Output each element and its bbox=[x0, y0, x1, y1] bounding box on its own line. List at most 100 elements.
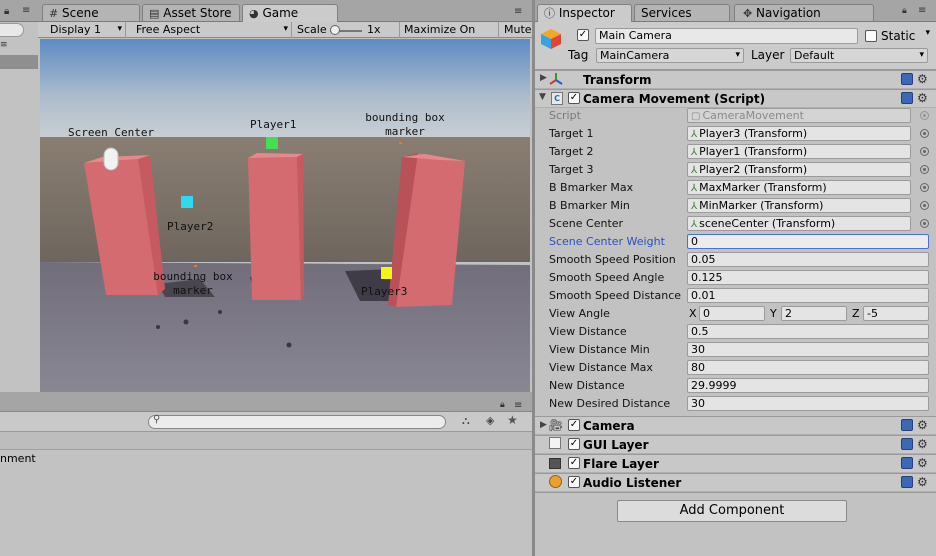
gear-icon[interactable]: ⚙ bbox=[917, 438, 928, 450]
foldout-arrow-icon[interactable]: ▼ bbox=[539, 92, 546, 102]
property-value: 0 bbox=[691, 235, 698, 248]
number-field[interactable]: 80 bbox=[687, 360, 929, 375]
gui-layer-icon bbox=[549, 437, 561, 449]
display-dropdown[interactable]: Display 1 bbox=[46, 22, 126, 38]
tab-game[interactable]: ◕ Game bbox=[242, 4, 338, 22]
gui-layer-enabled-checkbox[interactable]: ✓ bbox=[568, 438, 580, 450]
menu-icon[interactable]: ≡ bbox=[22, 5, 30, 16]
number-field[interactable]: 0.01 bbox=[687, 288, 929, 303]
help-book-icon[interactable] bbox=[901, 457, 913, 469]
lock-icon[interactable]: 🔒︎ bbox=[902, 6, 907, 16]
number-field[interactable]: 29.9999 bbox=[687, 378, 929, 393]
object-reference-field[interactable]: ⅄ Player3 (Transform) bbox=[687, 126, 911, 141]
bbox-marker-min bbox=[194, 265, 197, 267]
object-reference-field[interactable]: ⅄ Player1 (Transform) bbox=[687, 144, 911, 159]
filter-type-icon[interactable]: ⛬ bbox=[462, 414, 470, 428]
object-picker-icon[interactable] bbox=[920, 201, 929, 210]
maximize-on-play-toggle[interactable]: Maximize On Play bbox=[399, 22, 499, 51]
label-bbox-max-line2: marker bbox=[385, 125, 425, 138]
object-picker-icon[interactable] bbox=[920, 129, 929, 138]
object-reference-field[interactable]: ⅄ sceneCenter (Transform) bbox=[687, 216, 911, 231]
tag-dropdown[interactable]: MainCamera bbox=[596, 48, 744, 63]
lock-icon[interactable]: 🔒︎ bbox=[500, 400, 505, 410]
player3-cube bbox=[381, 267, 392, 279]
flare-layer-enabled-checkbox[interactable]: ✓ bbox=[568, 457, 580, 469]
tab-services[interactable]: Services bbox=[634, 4, 730, 21]
label-bbox-min-line1: bounding box bbox=[153, 270, 233, 283]
aspect-dropdown-label: Free Aspect bbox=[136, 23, 201, 36]
number-field[interactable]: 0.125 bbox=[687, 270, 929, 285]
object-picker-icon[interactable] bbox=[920, 165, 929, 174]
object-picker-icon[interactable] bbox=[920, 147, 929, 156]
help-book-icon[interactable] bbox=[901, 438, 913, 450]
panel-menu-icon[interactable]: ≡ bbox=[514, 6, 522, 17]
view-angle-y-field[interactable]: 2 bbox=[781, 306, 847, 321]
panel-menu-icon[interactable]: ≡ bbox=[918, 5, 926, 16]
number-field[interactable]: 0.05 bbox=[687, 252, 929, 267]
mute-audio-toggle[interactable]: Mute bbox=[500, 22, 532, 38]
tab-scene[interactable]: # Scene bbox=[42, 4, 140, 21]
property-value: Player3 (Transform) bbox=[699, 127, 808, 140]
foldout-arrow-icon[interactable]: ▶ bbox=[540, 73, 547, 83]
static-checkbox[interactable] bbox=[865, 30, 877, 42]
number-field[interactable]: 0.5 bbox=[687, 324, 929, 339]
console-text: nment bbox=[0, 452, 36, 465]
gear-icon[interactable]: ⚙ bbox=[917, 457, 928, 469]
aspect-dropdown[interactable]: Free Aspect bbox=[132, 22, 292, 38]
gear-icon[interactable]: ⚙ bbox=[917, 476, 928, 488]
navigation-icon: ✥ bbox=[743, 7, 753, 20]
panel-menu-icon[interactable]: ≡ bbox=[514, 400, 522, 411]
search-icon: ⚲ bbox=[153, 414, 161, 425]
object-picker-icon bbox=[920, 111, 929, 120]
label-tag-icon[interactable]: ◈ bbox=[486, 414, 494, 427]
gameobject-active-checkbox[interactable]: ✓ bbox=[577, 29, 589, 41]
help-book-icon[interactable] bbox=[901, 476, 913, 488]
player2-cube bbox=[181, 196, 193, 208]
object-reference-field[interactable]: ⅄ MaxMarker (Transform) bbox=[687, 180, 911, 195]
lock-icon[interactable]: ≡ bbox=[0, 40, 8, 50]
object-picker-icon[interactable] bbox=[920, 183, 929, 192]
game-view[interactable] bbox=[40, 39, 530, 392]
object-reference-field[interactable]: ⅄ MinMarker (Transform) bbox=[687, 198, 911, 213]
mute-audio-label: Mute bbox=[504, 23, 532, 36]
help-book-icon[interactable] bbox=[901, 92, 913, 104]
gear-icon[interactable]: ⚙ bbox=[917, 419, 928, 431]
tab-navigation[interactable]: ✥ Navigation bbox=[734, 4, 874, 21]
object-picker-icon[interactable] bbox=[920, 219, 929, 228]
camera-enabled-checkbox[interactable]: ✓ bbox=[568, 419, 580, 431]
property-value: Player1 (Transform) bbox=[699, 145, 808, 158]
number-field[interactable]: 30 bbox=[687, 342, 929, 357]
number-field[interactable]: 0 bbox=[687, 234, 929, 249]
help-book-icon[interactable] bbox=[901, 419, 913, 431]
scale-slider-handle[interactable] bbox=[330, 25, 340, 35]
static-dropdown[interactable] bbox=[919, 28, 933, 44]
audio-listener-enabled-checkbox[interactable]: ✓ bbox=[568, 476, 580, 488]
gameobject-cube-icon bbox=[541, 29, 561, 49]
property-label: Target 1 bbox=[549, 127, 594, 140]
property-value: 0.01 bbox=[691, 289, 716, 302]
favorite-star-icon[interactable]: ★ bbox=[507, 413, 518, 427]
player1-cube bbox=[266, 137, 278, 149]
property-value: 0.5 bbox=[691, 325, 709, 338]
ground-speck bbox=[218, 310, 222, 314]
gear-icon[interactable]: ⚙ bbox=[917, 73, 928, 85]
help-book-icon[interactable] bbox=[901, 73, 913, 85]
lock-icon[interactable]: 🔒︎ bbox=[4, 6, 9, 17]
object-reference-field[interactable]: ⅄ Player2 (Transform) bbox=[687, 162, 911, 177]
camera-title: Camera bbox=[583, 419, 635, 433]
hierarchy-search-input[interactable] bbox=[0, 23, 24, 37]
view-angle-x-field[interactable]: 0 bbox=[699, 306, 765, 321]
camera-movement-enabled-checkbox[interactable]: ✓ bbox=[568, 92, 580, 104]
label-bbox-max-line1: bounding box bbox=[365, 111, 445, 124]
gameobject-name-field[interactable]: Main Camera bbox=[595, 28, 858, 44]
foldout-arrow-icon[interactable]: ▶ bbox=[540, 420, 547, 430]
tab-asset-store[interactable]: ▤ Asset Store bbox=[142, 4, 240, 21]
hierarchy-selected-row[interactable] bbox=[0, 55, 38, 69]
number-field[interactable]: 30 bbox=[687, 396, 929, 411]
project-search-input[interactable]: ⚲ bbox=[148, 414, 446, 429]
view-angle-z-field[interactable]: -5 bbox=[863, 306, 929, 321]
gear-icon[interactable]: ⚙ bbox=[917, 92, 928, 104]
tab-inspector[interactable]: ⓘ Inspector bbox=[537, 4, 632, 22]
add-component-button[interactable]: Add Component bbox=[617, 500, 847, 522]
layer-dropdown[interactable]: Default bbox=[790, 48, 928, 63]
